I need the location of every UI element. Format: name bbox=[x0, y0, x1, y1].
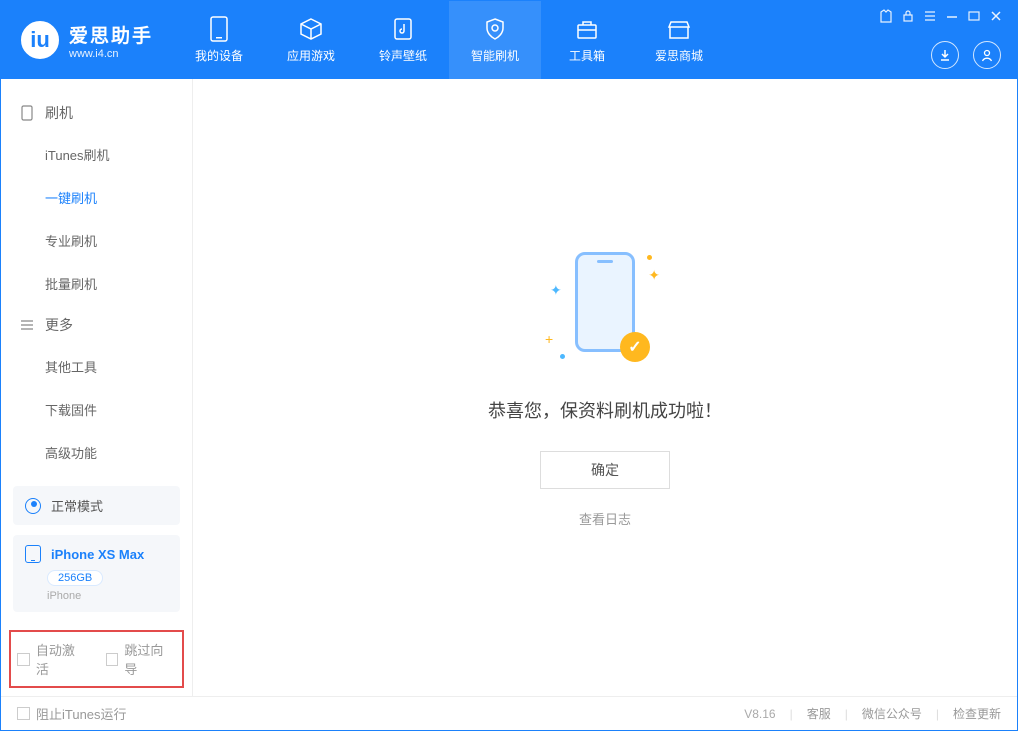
sidebar-group-flash: 刷机 bbox=[1, 93, 192, 133]
tab-store[interactable]: 爱思商城 bbox=[633, 1, 725, 79]
highlight-options: 自动激活 跳过向导 bbox=[9, 630, 184, 688]
view-log-link[interactable]: 查看日志 bbox=[579, 509, 631, 528]
download-icon[interactable] bbox=[931, 41, 959, 69]
mode-label: 正常模式 bbox=[51, 496, 103, 515]
sidebar-item-oneclick-flash[interactable]: 一键刷机 bbox=[1, 176, 192, 219]
tab-label: 我的设备 bbox=[195, 47, 243, 64]
minimize-icon[interactable] bbox=[945, 9, 959, 23]
device-type: iPhone bbox=[47, 590, 168, 602]
menu-icon[interactable] bbox=[923, 9, 937, 23]
title-bar: iu 爱思助手 www.i4.cn 我的设备 应用游戏 铃声壁纸 智能刷机 bbox=[1, 1, 1017, 79]
mode-box[interactable]: 正常模式 bbox=[13, 486, 180, 525]
tab-my-device[interactable]: 我的设备 bbox=[173, 1, 265, 79]
shield-icon bbox=[482, 16, 508, 42]
sidebar-item-pro-flash[interactable]: 专业刷机 bbox=[1, 219, 192, 262]
sidebar-item-batch-flash[interactable]: 批量刷机 bbox=[1, 262, 192, 305]
sidebar-item-download-firmware[interactable]: 下载固件 bbox=[1, 388, 192, 431]
checkbox-label: 自动激活 bbox=[36, 640, 88, 678]
tab-label: 爱思商城 bbox=[655, 47, 703, 64]
checkbox-skip-guide[interactable]: 跳过向导 bbox=[106, 640, 177, 678]
device-box[interactable]: iPhone XS Max 256GB iPhone bbox=[13, 535, 180, 612]
group-label: 更多 bbox=[45, 315, 73, 335]
checkbox-icon bbox=[17, 653, 30, 666]
group-label: 刷机 bbox=[45, 103, 73, 123]
tab-apps-games[interactable]: 应用游戏 bbox=[265, 1, 357, 79]
user-icon[interactable] bbox=[973, 41, 1001, 69]
footer-update-link[interactable]: 检查更新 bbox=[953, 705, 1001, 722]
logo-icon: iu bbox=[21, 21, 59, 59]
checkbox-icon bbox=[17, 707, 30, 720]
checkbox-icon bbox=[106, 653, 119, 666]
tab-toolbox[interactable]: 工具箱 bbox=[541, 1, 633, 79]
device-storage: 256GB bbox=[47, 570, 103, 586]
sidebar-item-itunes-flash[interactable]: iTunes刷机 bbox=[1, 133, 192, 176]
sidebar-item-other-tools[interactable]: 其他工具 bbox=[1, 345, 192, 388]
logo-area: iu 爱思助手 www.i4.cn bbox=[1, 1, 173, 79]
footer: 阻止iTunes运行 V8.16 | 客服 | 微信公众号 | 检查更新 bbox=[1, 696, 1017, 730]
tab-label: 智能刷机 bbox=[471, 47, 519, 64]
footer-wechat-link[interactable]: 微信公众号 bbox=[862, 705, 922, 722]
checkbox-block-itunes[interactable]: 阻止iTunes运行 bbox=[17, 704, 127, 723]
tab-label: 铃声壁纸 bbox=[379, 47, 427, 64]
close-icon[interactable] bbox=[989, 9, 1003, 23]
app-title: 爱思助手 bbox=[69, 21, 153, 48]
mode-icon bbox=[25, 498, 41, 514]
ok-button[interactable]: 确定 bbox=[540, 451, 670, 489]
toolbox-icon bbox=[574, 16, 600, 42]
phone-icon bbox=[19, 105, 35, 121]
success-illustration: ✦ ✦ + bbox=[530, 247, 680, 367]
tab-smart-flash[interactable]: 智能刷机 bbox=[449, 1, 541, 79]
maximize-icon[interactable] bbox=[967, 9, 981, 23]
sidebar: 刷机 iTunes刷机 一键刷机 专业刷机 批量刷机 更多 其他工具 下载固件 … bbox=[1, 79, 193, 696]
success-message: 恭喜您，保资料刷机成功啦！ bbox=[488, 397, 722, 423]
sidebar-group-more: 更多 bbox=[1, 305, 192, 345]
lock-icon[interactable] bbox=[901, 9, 915, 23]
device-name: iPhone XS Max bbox=[51, 547, 144, 562]
store-icon bbox=[666, 16, 692, 42]
skin-icon[interactable] bbox=[879, 9, 893, 23]
version-label: V8.16 bbox=[744, 707, 775, 721]
footer-support-link[interactable]: 客服 bbox=[807, 705, 831, 722]
app-subtitle: www.i4.cn bbox=[69, 48, 153, 60]
list-icon bbox=[19, 317, 35, 333]
check-badge-icon bbox=[620, 332, 650, 362]
sidebar-item-advanced[interactable]: 高级功能 bbox=[1, 431, 192, 474]
main-content: ✦ ✦ + 恭喜您，保资料刷机成功啦！ 确定 查看日志 bbox=[193, 79, 1017, 696]
checkbox-auto-activate[interactable]: 自动激活 bbox=[17, 640, 88, 678]
device-icon bbox=[25, 545, 41, 563]
tab-label: 工具箱 bbox=[569, 47, 605, 64]
tab-ringtones-wallpapers[interactable]: 铃声壁纸 bbox=[357, 1, 449, 79]
music-icon bbox=[390, 16, 416, 42]
checkbox-label: 阻止iTunes运行 bbox=[36, 704, 127, 723]
cube-icon bbox=[298, 16, 324, 42]
tab-label: 应用游戏 bbox=[287, 47, 335, 64]
checkbox-label: 跳过向导 bbox=[124, 640, 176, 678]
device-icon bbox=[206, 16, 232, 42]
